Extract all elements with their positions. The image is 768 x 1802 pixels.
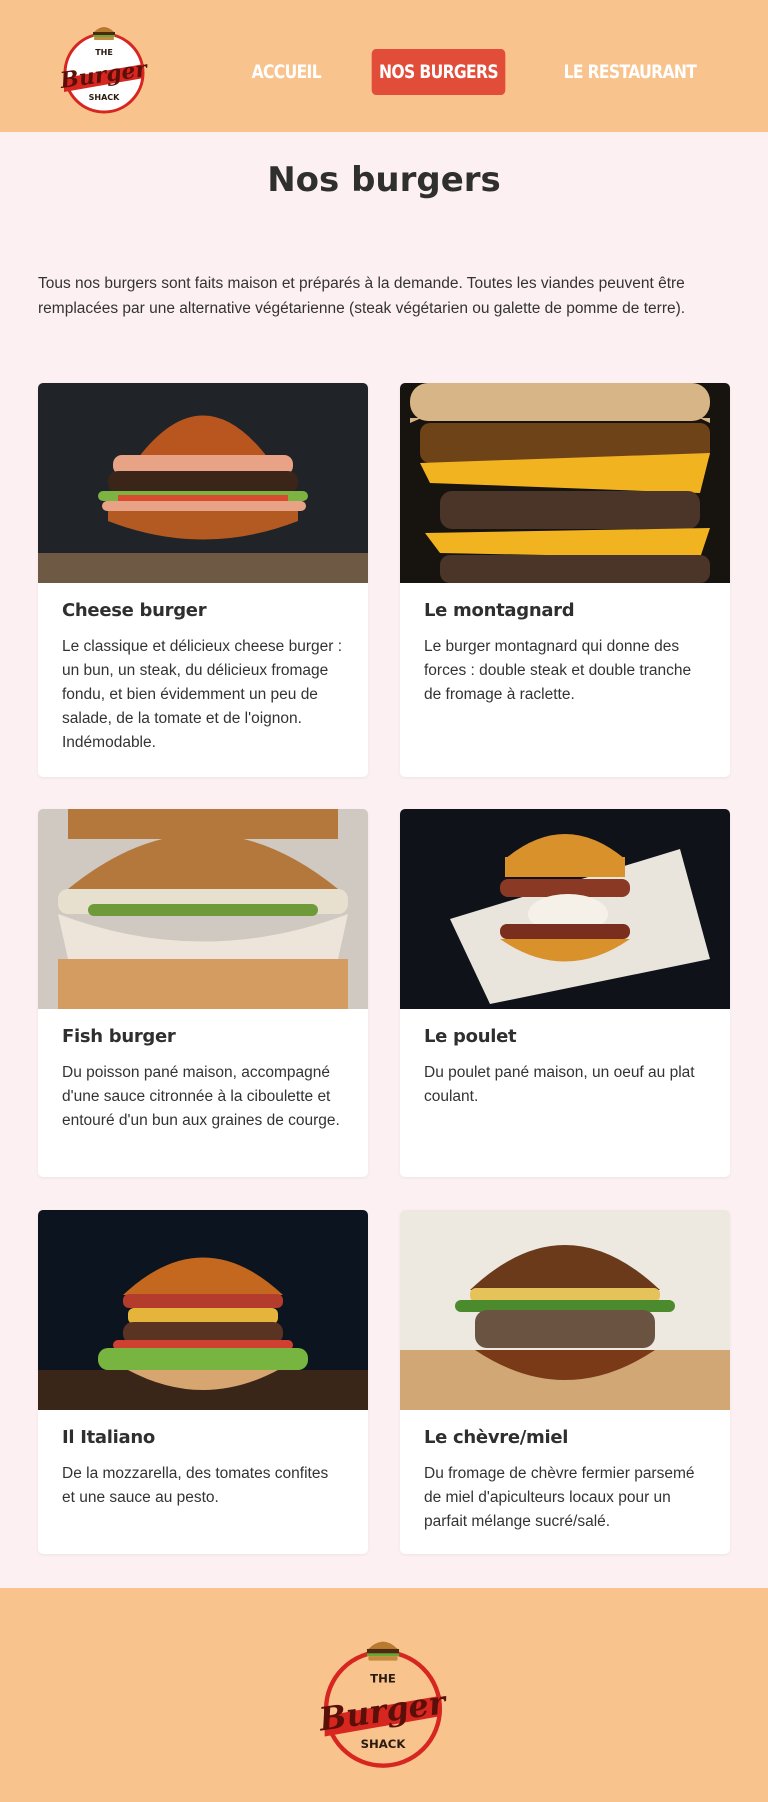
burger-card-cheese: Cheese burger Le classique et délicieux … bbox=[38, 383, 368, 777]
nav-link-nos-burgers[interactable]: NOS BURGERS bbox=[371, 49, 506, 95]
intro-text: Tous nos burgers sont faits maison et pr… bbox=[38, 275, 686, 317]
svg-text:THE: THE bbox=[95, 48, 113, 57]
burger-name: Cheese burger bbox=[62, 600, 207, 621]
burger-name: Fish burger bbox=[62, 1026, 176, 1047]
site-footer: THE Burger SHACK bbox=[0, 1588, 768, 1802]
poulet-burger-photo bbox=[400, 809, 730, 1009]
burger-name: Le montagnard bbox=[424, 600, 575, 621]
burger-description: Le burger montagnard qui donne des force… bbox=[424, 638, 692, 703]
burger-card-fish: Fish burger Du poisson pané maison, acco… bbox=[38, 809, 368, 1177]
burger-description: Le classique et délicieux cheese burger … bbox=[62, 638, 343, 751]
burger-description: Du fromage de chèvre fermier parsemé de … bbox=[424, 1465, 695, 1530]
burger-name: Le chèvre/miel bbox=[424, 1427, 569, 1448]
montagnard-burger-photo bbox=[400, 383, 730, 583]
footer-logo[interactable]: THE Burger SHACK bbox=[313, 1630, 453, 1770]
svg-text:THE: THE bbox=[370, 1672, 396, 1686]
burger-card-italiano: Il Italiano De la mozzarella, des tomate… bbox=[38, 1210, 368, 1554]
svg-text:SHACK: SHACK bbox=[361, 1737, 407, 1751]
burger-name: Il Italiano bbox=[62, 1427, 155, 1448]
fish-burger-photo bbox=[38, 809, 368, 1009]
burger-description: De la mozzarella, des tomates confites e… bbox=[62, 1465, 329, 1506]
svg-text:SHACK: SHACK bbox=[89, 93, 121, 102]
cheese-burger-photo bbox=[38, 383, 368, 583]
burger-shack-logo: THE Burger SHACK bbox=[316, 1641, 450, 1768]
italiano-burger-photo bbox=[38, 1210, 368, 1410]
burger-name: Le poulet bbox=[424, 1026, 517, 1047]
chevre-miel-burger-photo bbox=[400, 1210, 730, 1410]
burger-card-montagnard: Le montagnard Le burger montagnard qui d… bbox=[400, 383, 730, 777]
burger-shack-logo: THE Burger SHACK bbox=[58, 27, 150, 114]
burger-card-chevre-miel: Le chèvre/miel Du fromage de chèvre ferm… bbox=[400, 1210, 730, 1554]
site-header: THE Burger SHACK ACCUEIL NOS BURGERS LE … bbox=[0, 0, 768, 132]
page-title: Nos burgers bbox=[267, 160, 501, 200]
nav-link-le-restaurant[interactable]: LE RESTAURANT bbox=[556, 49, 703, 95]
burger-description: Du poisson pané maison, accompagné d'une… bbox=[62, 1064, 340, 1129]
burger-card-poulet: Le poulet Du poulet pané maison, un oeuf… bbox=[400, 809, 730, 1177]
header-logo[interactable]: THE Burger SHACK bbox=[56, 20, 152, 114]
main-nav: ACCUEIL NOS BURGERS LE RESTAURANT bbox=[235, 49, 720, 95]
burger-description: Du poulet pané maison, un oeuf au plat c… bbox=[424, 1064, 695, 1105]
nav-link-accueil[interactable]: ACCUEIL bbox=[244, 49, 328, 95]
